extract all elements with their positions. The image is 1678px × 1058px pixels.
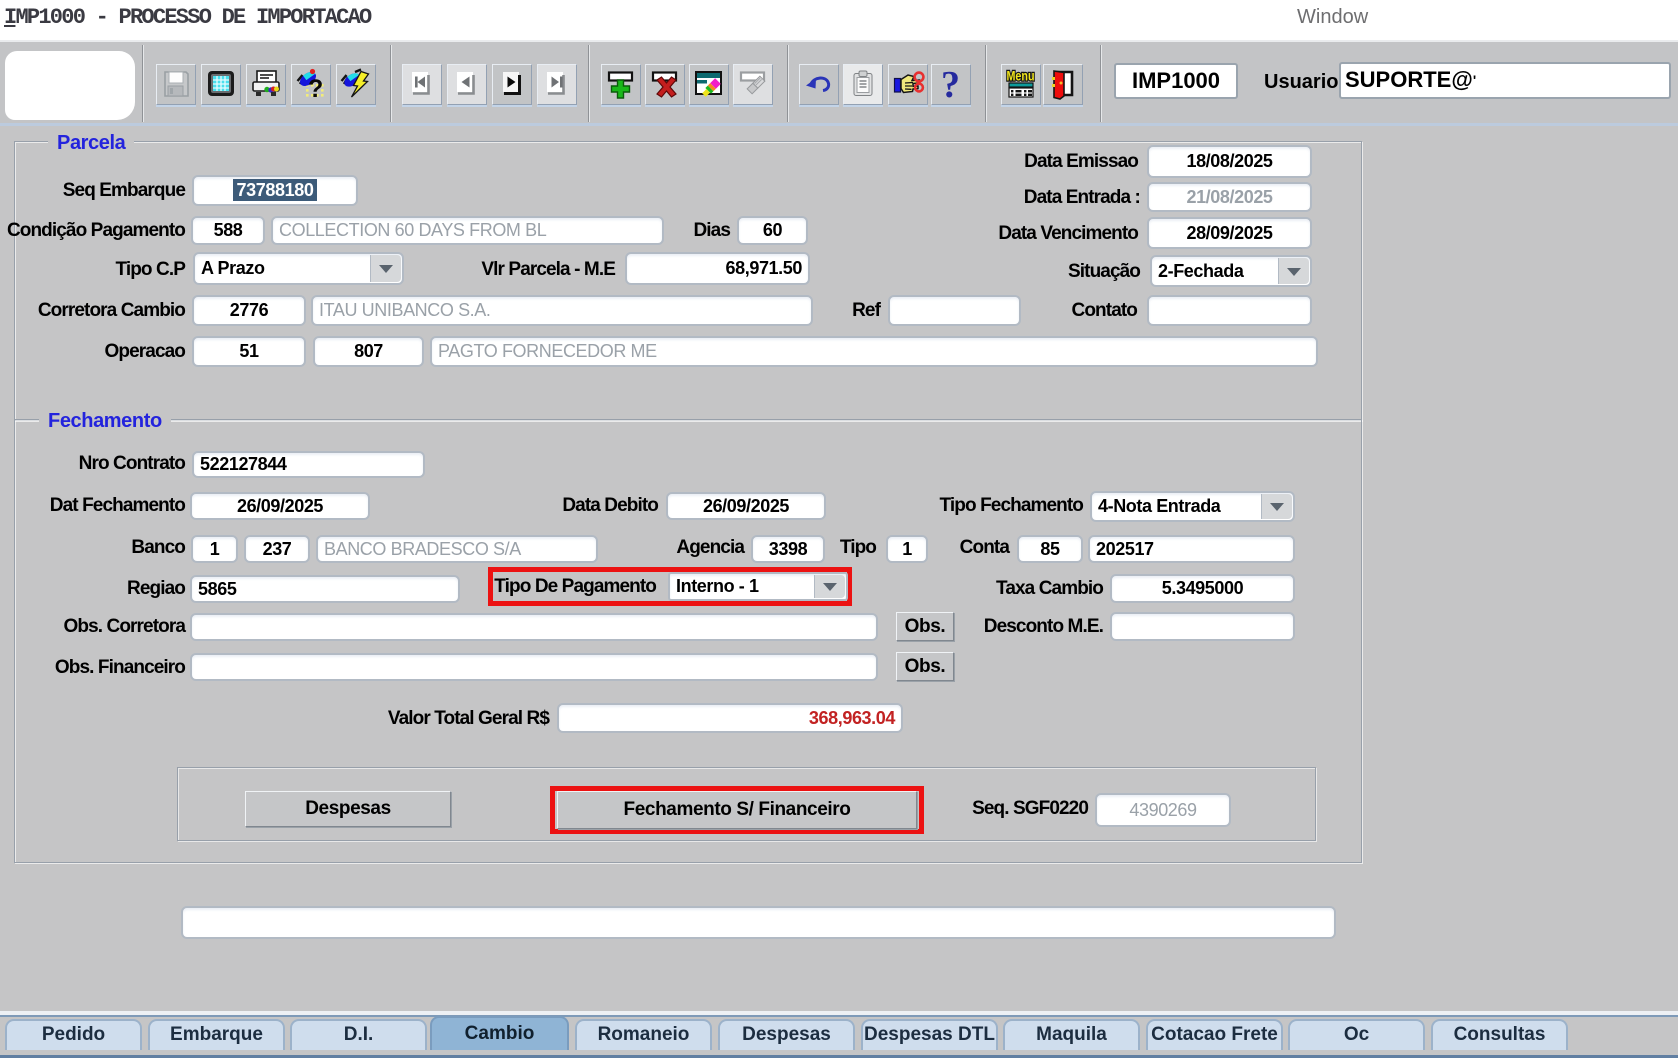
svg-text:?: ? <box>941 67 960 101</box>
svg-text:?: ? <box>308 75 323 101</box>
svg-text:Menu: Menu <box>1007 68 1035 84</box>
